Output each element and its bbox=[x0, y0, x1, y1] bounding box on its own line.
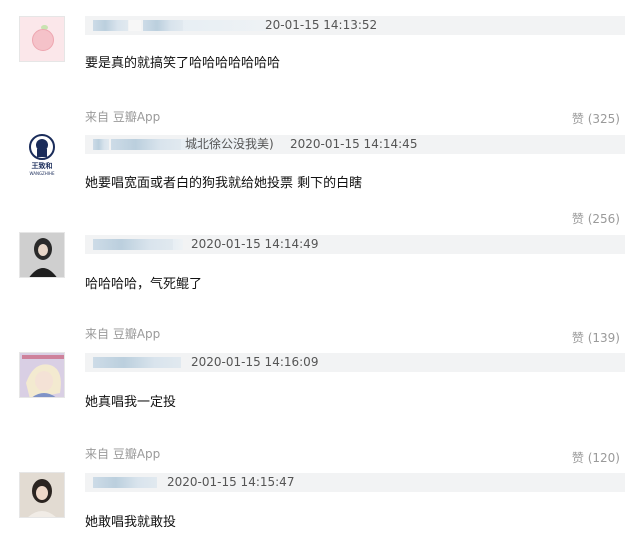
comment-item: 来自 豆瓣App 赞 (325) 王致和 WANGZHIHE 城北徐公没我美) … bbox=[0, 105, 641, 205]
avatar[interactable]: 王致和 WANGZHIHE bbox=[19, 131, 65, 177]
comment-item: 赞 (256) 2020-01-15 14:14:49 哈哈哈哈，气死鲲了 bbox=[0, 205, 641, 305]
comment-text: 要是真的就搞笑了哈哈哈哈哈哈哈 bbox=[85, 56, 281, 71]
blurred-username bbox=[183, 20, 267, 31]
comment-text: 她真唱我一定投 bbox=[85, 395, 177, 410]
like-button[interactable]: 赞 (139) bbox=[572, 329, 620, 346]
comment-time: 2020-01-15 14:14:45 bbox=[290, 137, 418, 151]
comment-text: 她敢唱我就敢投 bbox=[85, 515, 177, 530]
comment-item: 来自 豆瓣App 赞 (120) 2020-01-15 14:15:47 她敢唱… bbox=[0, 442, 641, 542]
avatar[interactable] bbox=[19, 472, 65, 518]
comment-text: 哈哈哈哈，气死鲲了 bbox=[85, 277, 203, 292]
comment-time: 2020-01-15 14:15:47 bbox=[167, 475, 295, 489]
comment-meta: 2020-01-15 14:15:47 bbox=[85, 473, 625, 492]
blurred-username bbox=[93, 239, 173, 250]
blurred-username bbox=[111, 139, 181, 150]
portrait-icon bbox=[20, 473, 64, 517]
comment-meta: 2020-01-15 14:14:49 bbox=[85, 235, 625, 254]
comment-meta: 城北徐公没我美) 2020-01-15 14:14:45 bbox=[85, 135, 625, 154]
comment-item: 20-01-15 14:13:52 要是真的就搞笑了哈哈哈哈哈哈哈 bbox=[0, 0, 641, 100]
blurred-username bbox=[93, 357, 181, 368]
reply-to[interactable]: 城北徐公没我美) bbox=[185, 135, 274, 154]
brand-logo-subtext: WANGZHIHE bbox=[29, 171, 55, 176]
girl-portrait-icon bbox=[20, 233, 64, 277]
avatar[interactable] bbox=[19, 16, 65, 62]
avatar[interactable] bbox=[19, 232, 65, 278]
wangzhihe-logo-icon: 王致和 WANGZHIHE bbox=[21, 134, 61, 176]
comment-item: 来自 豆瓣App 赞 (139) 2020-01-15 14:16:09 她真唱… bbox=[0, 322, 641, 422]
avatar[interactable] bbox=[19, 352, 65, 398]
comment-time: 2020-01-15 14:16:09 bbox=[191, 355, 319, 369]
comment-time: 20-01-15 14:13:52 bbox=[265, 18, 378, 32]
brand-logo-text: 王致和 bbox=[32, 161, 53, 170]
like-button[interactable]: 赞 (256) bbox=[572, 210, 620, 227]
comment-meta: 20-01-15 14:13:52 bbox=[85, 16, 625, 35]
blurred-username bbox=[143, 20, 183, 31]
blurred-username bbox=[173, 239, 183, 250]
comment-text: 她要唱宽面或者白的狗我就给她投票 剩下的白瞎 bbox=[85, 176, 363, 191]
comment-time: 2020-01-15 14:14:49 bbox=[191, 237, 319, 251]
source-label: 来自 豆瓣App bbox=[85, 327, 161, 341]
source-label: 来自 豆瓣App bbox=[85, 447, 161, 461]
blurred-username bbox=[129, 20, 141, 31]
source-label: 来自 豆瓣App bbox=[85, 110, 161, 124]
comment-meta: 2020-01-15 14:16:09 bbox=[85, 353, 625, 372]
cartoon-girl-icon bbox=[20, 353, 64, 397]
like-button[interactable]: 赞 (325) bbox=[572, 110, 620, 127]
blurred-username bbox=[93, 20, 128, 31]
blurred-username bbox=[93, 139, 109, 150]
like-button[interactable]: 赞 (120) bbox=[572, 449, 620, 466]
peach-icon bbox=[32, 29, 54, 51]
blurred-username bbox=[93, 477, 157, 488]
